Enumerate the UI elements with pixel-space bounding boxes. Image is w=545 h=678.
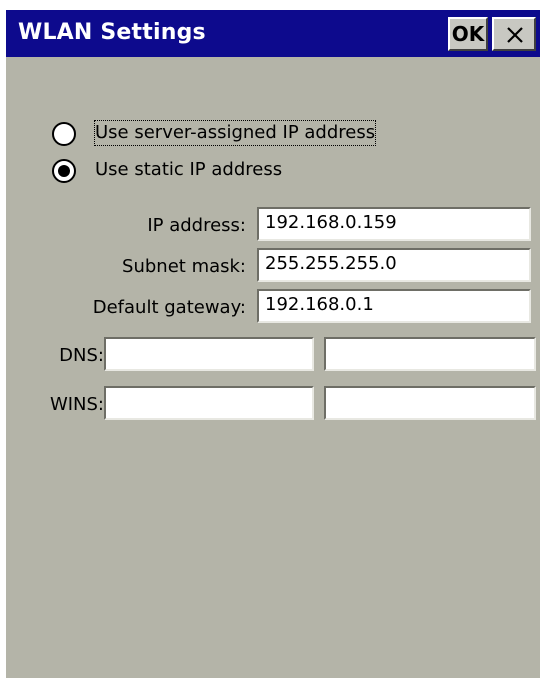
radio-button-server-assigned[interactable] [52, 122, 76, 146]
wins-secondary-field[interactable] [324, 386, 536, 420]
wlan-settings-window: WLAN Settings OK Use server-assigned IP … [6, 10, 540, 678]
ok-button[interactable]: OK [448, 17, 488, 51]
radio-button-static[interactable] [52, 159, 76, 183]
default-gateway-label: Default gateway: [92, 297, 246, 318]
default-gateway-field[interactable]: 192.168.0.1 [257, 289, 531, 323]
radio-label-server-assigned: Use server-assigned IP address [93, 120, 377, 146]
radio-option-server-assigned[interactable]: Use server-assigned IP address [52, 120, 452, 147]
subnet-mask-field[interactable]: 255.255.255.0 [257, 248, 531, 282]
dns-primary-field[interactable] [104, 337, 314, 371]
title-bar: WLAN Settings OK [6, 10, 540, 57]
window-title: WLAN Settings [18, 20, 206, 45]
close-icon [507, 27, 523, 43]
close-button[interactable] [492, 17, 536, 51]
radio-selected-dot [58, 165, 70, 177]
dns-label: DNS: [59, 345, 104, 366]
wins-label: WINS: [49, 394, 104, 415]
ip-address-field[interactable]: 192.168.0.159 [257, 207, 531, 241]
dns-secondary-field[interactable] [324, 337, 536, 371]
radio-option-static[interactable]: Use static IP address [52, 158, 352, 184]
radio-label-static: Use static IP address [95, 159, 283, 180]
wins-primary-field[interactable] [104, 386, 314, 420]
subnet-mask-label: Subnet mask: [122, 256, 246, 277]
ip-address-label: IP address: [147, 215, 246, 236]
